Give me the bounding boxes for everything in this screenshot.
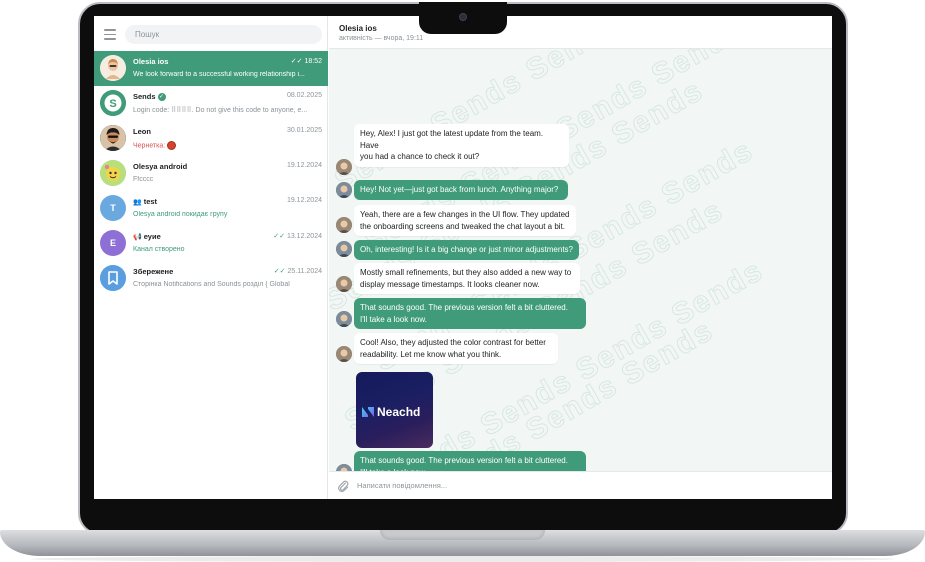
avatar <box>336 276 352 292</box>
avatar <box>336 311 352 327</box>
chat-item-test[interactable]: T 👥 test 19.12.2024 Olesya android покида… <box>94 191 328 226</box>
double-check-icon: ✓✓ <box>273 233 285 240</box>
group-icon: 👥 <box>133 199 142 206</box>
chat-status: активність — вчора, 19:11 <box>339 35 424 42</box>
app-window: Пошук Olesia ios ✓✓ 18:52 We look forward… <box>94 16 832 499</box>
chat-name: Збережене <box>133 267 174 276</box>
chat-preview: Olesya android покидає групу <box>133 211 228 218</box>
laptop-frame: Пошук Olesia ios ✓✓ 18:52 We look forward… <box>0 0 925 562</box>
message-bubble-incoming[interactable]: Yeah, there are a few changes in the UI … <box>354 205 576 236</box>
svg-text:S: S <box>109 98 116 110</box>
sidebar: Пошук Olesia ios ✓✓ 18:52 We look forward… <box>94 16 328 499</box>
chat-time: ✓✓ 13.12.2024 <box>273 233 322 240</box>
chat-preview: Канал створено <box>133 246 185 253</box>
chat-name: 👥 test <box>133 197 158 206</box>
avatar: T <box>100 195 126 221</box>
chat-preview: Чернетка: <box>133 141 323 150</box>
chat-preview: We look forward to a successful working … <box>133 71 305 78</box>
message-bubble-incoming[interactable]: Mostly small refinements, but they also … <box>354 263 580 294</box>
chat-list: Olesia ios ✓✓ 18:52 We look forward to a … <box>94 51 328 296</box>
message-input[interactable]: Написати повідомлення... <box>357 478 797 494</box>
neachd-logo-mark-icon <box>362 406 374 417</box>
chat-item-olesya-android[interactable]: Olesya android 19.12.2024 Ffcccc <box>94 156 328 191</box>
chat-time: ✓✓ 25.11.2024 <box>273 268 322 275</box>
chat-name: Olesia ios <box>133 57 169 66</box>
search-input[interactable]: Пошук <box>125 25 322 44</box>
draft-label: Чернетка: <box>133 142 166 150</box>
laptop-shadow <box>30 556 895 562</box>
avatar <box>100 55 126 81</box>
paperclip-icon[interactable] <box>337 479 349 493</box>
chat-time: 30.01.2025 <box>286 127 322 134</box>
message-bubble-outgoing[interactable]: That sounds good. The previous version f… <box>354 298 586 329</box>
avatar <box>336 346 352 362</box>
chat-time: 19.12.2024 <box>286 197 322 204</box>
chat-item-channel[interactable]: E 📢 еуие ✓✓ 13.12.2024 Канал створено <box>94 226 328 261</box>
chat-item-leon[interactable]: Leon 30.01.2025 Чернетка: <box>94 121 328 156</box>
message-bubble-outgoing[interactable]: Hey! Not yet—just got back from lunch. A… <box>354 180 568 200</box>
message-list: Hey, Alex! I just got the latest update … <box>329 49 832 482</box>
message-bubble-incoming[interactable]: Hey, Alex! I just got the latest update … <box>354 124 569 167</box>
bookmark-icon <box>100 265 126 291</box>
chat-pane: Sends Sends Sends Sends Sends Sends Send… <box>329 16 832 499</box>
avatar <box>100 265 126 291</box>
camera-notch <box>419 2 507 34</box>
image-message[interactable]: Neachd <box>356 372 433 448</box>
chat-time: ✓✓ 18:52 <box>290 58 322 65</box>
avatar <box>100 125 126 151</box>
avatar <box>100 160 126 186</box>
camera-icon <box>459 13 467 21</box>
sidebar-header: Пошук <box>94 16 328 52</box>
chat-time: 19.12.2024 <box>286 162 322 169</box>
chat-preview: Ffcccc <box>133 176 154 183</box>
avatar <box>336 241 352 257</box>
avatar: E <box>100 230 126 256</box>
chat-item-saved-messages[interactable]: Збережене ✓✓ 25.11.2024 Сторінка Notifica… <box>94 261 328 296</box>
message-composer: Написати повідомлення... <box>329 471 832 499</box>
chat-preview: Login code: ⠿⠿⠿⠿. Do not give this code … <box>133 107 308 114</box>
chat-name: Leon <box>133 127 151 136</box>
double-check-icon: ✓✓ <box>290 58 303 65</box>
chat-item-olesia-ios[interactable]: Olesia ios ✓✓ 18:52 We look forward to a … <box>94 51 328 86</box>
avatar <box>336 217 352 233</box>
chat-time: 08.02.2025 <box>286 92 322 99</box>
chat-header: Olesia ios активність — вчора, 19:11 <box>329 16 832 49</box>
hamburger-menu-icon[interactable] <box>104 29 116 40</box>
verified-badge-icon: ✓ <box>157 93 166 102</box>
chat-item-sends[interactable]: S Sends ✓ 08.02.2025 Login code: ⠿⠿⠿⠿. Do… <box>94 86 328 121</box>
neachd-logo: Neachd <box>361 403 420 421</box>
chat-name: 📢 еуие <box>133 232 161 241</box>
chat-name: Sends ✓ <box>133 92 166 102</box>
avatar <box>336 159 352 175</box>
chat-name: Olesya android <box>133 162 188 171</box>
laptop-base-notch <box>380 530 545 540</box>
chat-title[interactable]: Olesia ios <box>339 24 377 33</box>
red-circle-emoji-icon <box>167 141 177 150</box>
chat-preview: Сторінка Notifications and Sounds розділ… <box>133 281 290 288</box>
avatar <box>336 182 352 198</box>
message-bubble-incoming[interactable]: Cool! Also, they adjusted the color cont… <box>354 333 558 364</box>
avatar: S <box>100 90 126 116</box>
double-check-icon: ✓✓ <box>273 268 286 275</box>
megaphone-icon: 📢 <box>133 234 142 241</box>
message-bubble-outgoing[interactable]: Oh, interesting! Is it a big change or j… <box>354 240 579 260</box>
